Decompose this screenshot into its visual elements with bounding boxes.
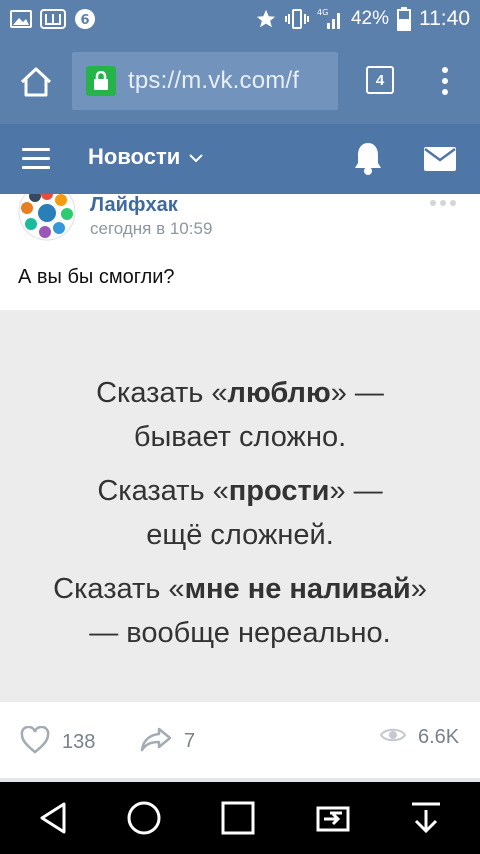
- home-circle-icon[interactable]: [126, 800, 162, 836]
- like-count: 138: [62, 731, 96, 753]
- share-button[interactable]: 7: [140, 726, 195, 757]
- overflow-menu-icon[interactable]: [436, 64, 454, 98]
- svg-text:4G: 4G: [317, 8, 328, 17]
- quote-line: бывает сложно.: [133, 421, 347, 453]
- heart-icon: [20, 725, 50, 759]
- vibrate-icon: [284, 8, 309, 30]
- chevron-down-icon: [188, 144, 204, 170]
- tab-switcher-button[interactable]: 4: [366, 66, 394, 94]
- download-icon[interactable]: [408, 800, 444, 836]
- eye-icon: [379, 726, 407, 749]
- notification-icon: 6: [74, 8, 96, 30]
- star-icon: [255, 8, 277, 30]
- avatar[interactable]: [17, 194, 77, 242]
- status-bar: 6 4G 42% 11:40: [0, 0, 480, 38]
- battery-icon: [397, 7, 411, 31]
- quote-line: — вообще нереально.: [89, 617, 391, 649]
- post-author[interactable]: Лайфхак: [90, 194, 178, 217]
- lock-icon: [86, 66, 116, 96]
- post-header: Лайфхак сегодня в 10:59: [0, 194, 480, 246]
- quote-line: Сказать «прости» —: [97, 475, 383, 507]
- system-nav-bar: [0, 782, 480, 854]
- post-image[interactable]: Сказать «люблю» — бывает сложно. Сказать…: [0, 310, 480, 702]
- page-title: Новости: [88, 144, 181, 169]
- mail-icon[interactable]: [423, 146, 457, 172]
- post-menu-button[interactable]: [430, 200, 456, 206]
- quote-line: Сказать «мне не наливай»: [53, 573, 427, 605]
- url-bar[interactable]: tps://m.vk.com/f: [72, 52, 338, 110]
- home-icon[interactable]: [16, 62, 56, 102]
- battery-percent: 42%: [350, 8, 389, 29]
- share-count: 7: [184, 730, 196, 752]
- vk-header: Новости: [0, 124, 480, 194]
- post-time[interactable]: сегодня в 10:59: [90, 219, 212, 239]
- svg-text:6: 6: [80, 13, 89, 28]
- bell-icon[interactable]: [352, 140, 384, 176]
- quote-line: ещё сложней.: [146, 519, 334, 551]
- url-text: tps://m.vk.com/f: [128, 67, 300, 94]
- section-dropdown[interactable]: Новости: [88, 144, 204, 170]
- sh-icon: [40, 9, 66, 29]
- view-count: 6.6K: [418, 726, 460, 748]
- post-text: А вы бы смогли?: [18, 266, 175, 288]
- signal-icon: 4G: [317, 7, 343, 31]
- clock: 11:40: [419, 7, 470, 30]
- recents-icon[interactable]: [220, 800, 256, 836]
- browser-toolbar: tps://m.vk.com/f 4: [0, 38, 480, 124]
- picture-icon: [10, 10, 32, 28]
- like-button[interactable]: 138: [20, 725, 96, 759]
- hamburger-icon[interactable]: [22, 148, 50, 170]
- view-counter: 6.6K: [379, 726, 460, 749]
- share-icon: [140, 726, 172, 757]
- quote-line: Сказать «люблю» —: [96, 377, 384, 409]
- back-icon[interactable]: [36, 800, 72, 836]
- screen-mirror-icon[interactable]: [314, 800, 350, 836]
- post-actions: 138 7 6.6K: [0, 702, 480, 778]
